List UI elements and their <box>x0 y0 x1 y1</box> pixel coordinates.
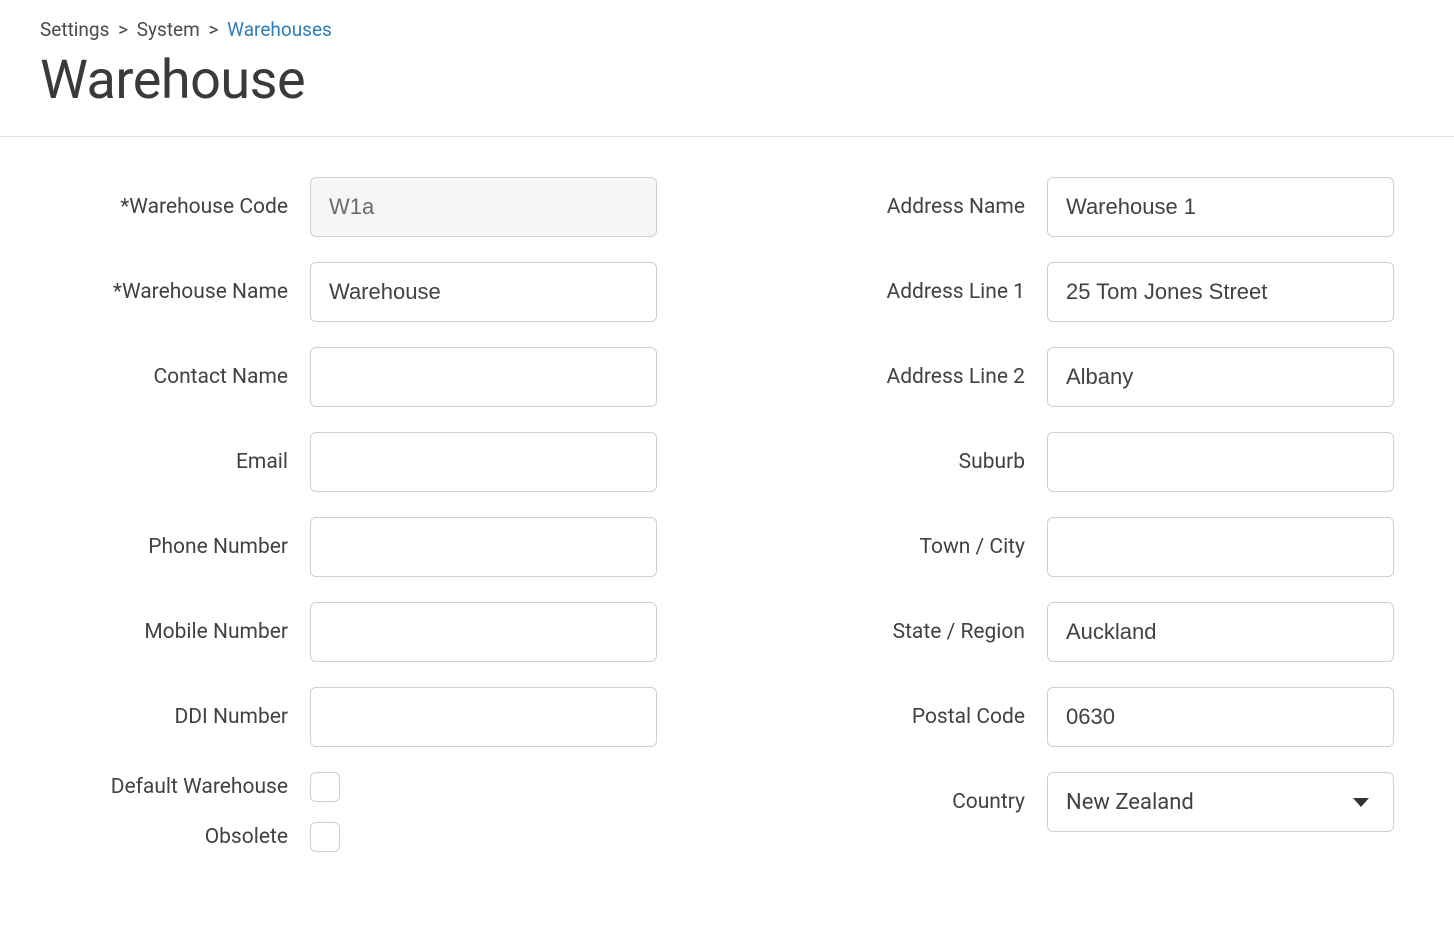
state-region-input[interactable] <box>1047 602 1394 662</box>
obsolete-label: Obsolete <box>40 825 310 849</box>
suburb-input[interactable] <box>1047 432 1394 492</box>
address-line-2-label: Address Line 2 <box>777 365 1047 389</box>
town-city-label: Town / City <box>777 535 1047 559</box>
country-select[interactable]: New Zealand <box>1047 772 1394 832</box>
warehouse-code-input <box>310 177 657 237</box>
obsolete-checkbox[interactable] <box>310 822 340 852</box>
chevron-down-icon <box>1353 798 1369 807</box>
contact-name-input[interactable] <box>310 347 657 407</box>
contact-name-label: Contact Name <box>40 365 310 389</box>
breadcrumb: Settings > System > Warehouses <box>40 18 1414 41</box>
address-line-1-label: Address Line 1 <box>777 280 1047 304</box>
town-city-input[interactable] <box>1047 517 1394 577</box>
country-select-value: New Zealand <box>1066 790 1194 815</box>
default-warehouse-checkbox[interactable] <box>310 772 340 802</box>
suburb-label: Suburb <box>777 450 1047 474</box>
page-title: Warehouse <box>40 49 1414 112</box>
default-warehouse-label: Default Warehouse <box>40 775 310 799</box>
country-label: Country <box>777 790 1047 814</box>
breadcrumb-settings[interactable]: Settings <box>40 18 109 41</box>
address-line-2-input[interactable] <box>1047 347 1394 407</box>
ddi-number-input[interactable] <box>310 687 657 747</box>
email-input[interactable] <box>310 432 657 492</box>
warehouse-name-input[interactable] <box>310 262 657 322</box>
phone-number-input[interactable] <box>310 517 657 577</box>
breadcrumb-separator: > <box>118 18 128 41</box>
address-name-label: Address Name <box>777 195 1047 219</box>
email-label: Email <box>40 450 310 474</box>
ddi-number-label: DDI Number <box>40 705 310 729</box>
mobile-number-label: Mobile Number <box>40 620 310 644</box>
phone-number-label: Phone Number <box>40 535 310 559</box>
state-region-label: State / Region <box>777 620 1047 644</box>
breadcrumb-system[interactable]: System <box>137 18 200 41</box>
warehouse-name-label: *Warehouse Name <box>40 280 310 304</box>
breadcrumb-warehouses[interactable]: Warehouses <box>227 18 332 41</box>
postal-code-label: Postal Code <box>777 705 1047 729</box>
address-line-1-input[interactable] <box>1047 262 1394 322</box>
warehouse-code-label: *Warehouse Code <box>40 195 310 219</box>
address-name-input[interactable] <box>1047 177 1394 237</box>
postal-code-input[interactable] <box>1047 687 1394 747</box>
breadcrumb-separator: > <box>209 18 219 41</box>
mobile-number-input[interactable] <box>310 602 657 662</box>
